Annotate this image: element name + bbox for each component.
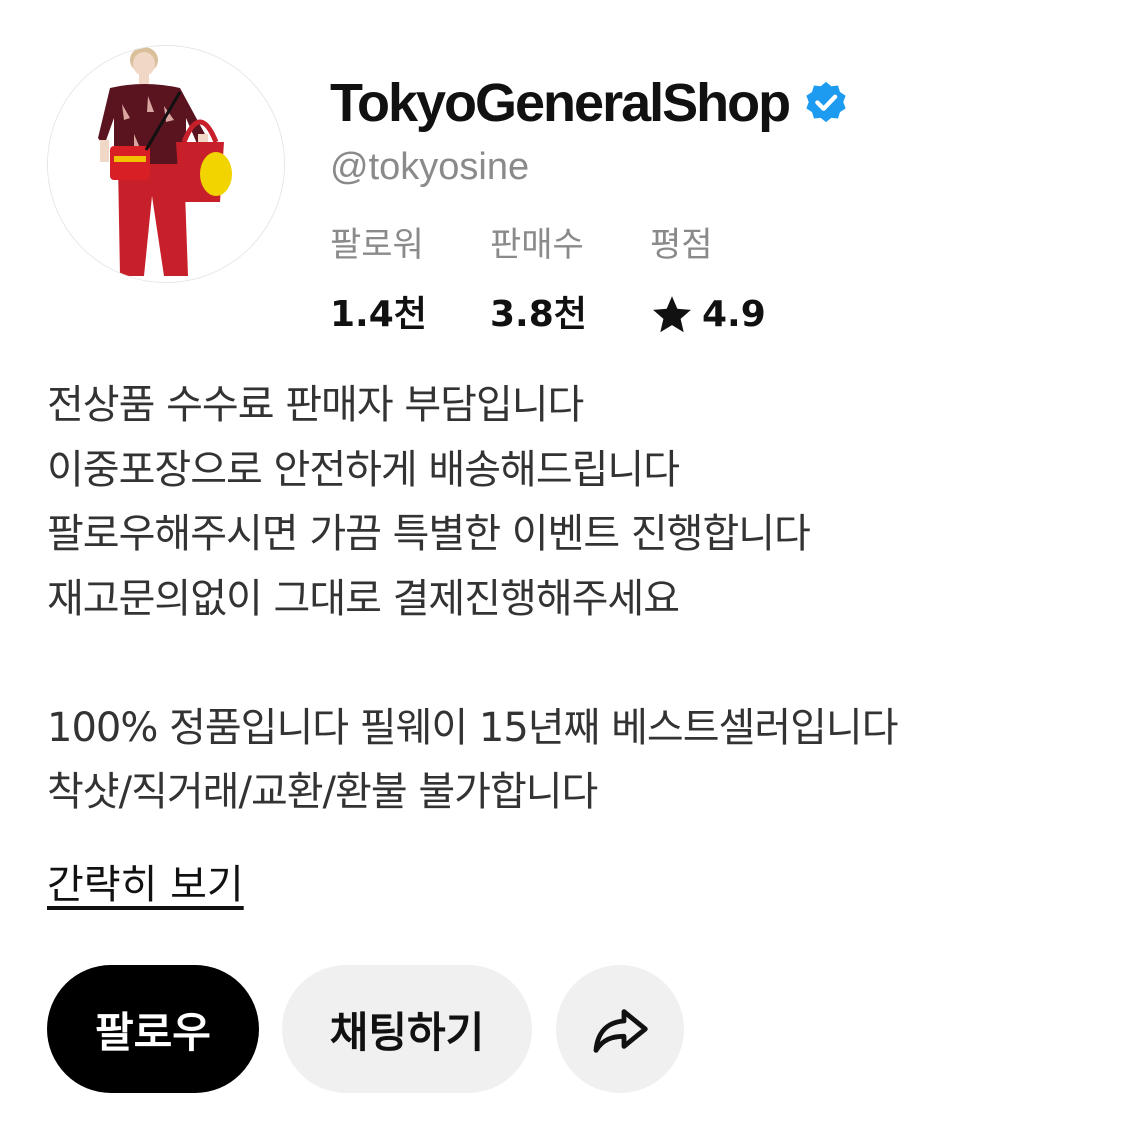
stat-rating-value: 4.9 <box>650 292 766 338</box>
bio-line: 전상품 수수료 판매자 부담입니다 <box>47 382 584 428</box>
shop-bio: 전상품 수수료 판매자 부담입니다 이중포장으로 안전하게 배송해드립니다 팔로… <box>47 373 1087 825</box>
shop-name: TokyoGeneralShop <box>330 73 791 133</box>
stat-rating[interactable]: 평점 4.9 <box>650 220 766 338</box>
star-icon <box>653 296 691 333</box>
shop-handle: @tokyosine <box>330 146 530 188</box>
bio-blank-line <box>47 631 1087 696</box>
avatar[interactable] <box>47 45 285 283</box>
bio-line: 팔로우해주시면 가끔 특별한 이벤트 진행합니다 <box>47 511 811 557</box>
stat-rating-number: 4.9 <box>702 294 766 335</box>
bio-line: 이중포장으로 안전하게 배송해드립니다 <box>47 446 680 493</box>
stat-rating-label: 평점 <box>650 225 713 265</box>
share-icon <box>593 1009 648 1053</box>
stat-followers[interactable]: 팔로워 1.4천 <box>330 220 427 338</box>
verified-badge-icon <box>806 81 846 123</box>
stat-sales-label: 판매수 <box>490 225 584 265</box>
collapse-bio-link[interactable]: 간략히 보기 <box>47 852 244 910</box>
bio-line: 착샷/직거래/교환/환불 불가합니다 <box>47 769 598 815</box>
stat-followers-number: 1.4천 <box>330 294 427 335</box>
share-button[interactable] <box>556 965 684 1093</box>
stat-followers-value: 1.4천 <box>330 292 427 338</box>
stat-sales: 판매수 3.8천 <box>490 220 587 338</box>
chat-button[interactable]: 채팅하기 <box>282 965 532 1093</box>
stat-sales-number: 3.8천 <box>490 294 587 335</box>
stat-followers-label: 팔로워 <box>330 225 424 265</box>
avatar-photo <box>48 46 284 282</box>
stat-sales-value: 3.8천 <box>490 292 587 338</box>
bio-line: 100% 정품입니다 필웨이 15년째 베스트셀러입니다 <box>47 704 899 751</box>
follow-button[interactable]: 팔로우 <box>47 965 259 1093</box>
shop-name-row: TokyoGeneralShop <box>330 72 849 134</box>
bio-line: 재고문의없이 그대로 결제진행해주세요 <box>47 575 680 622</box>
